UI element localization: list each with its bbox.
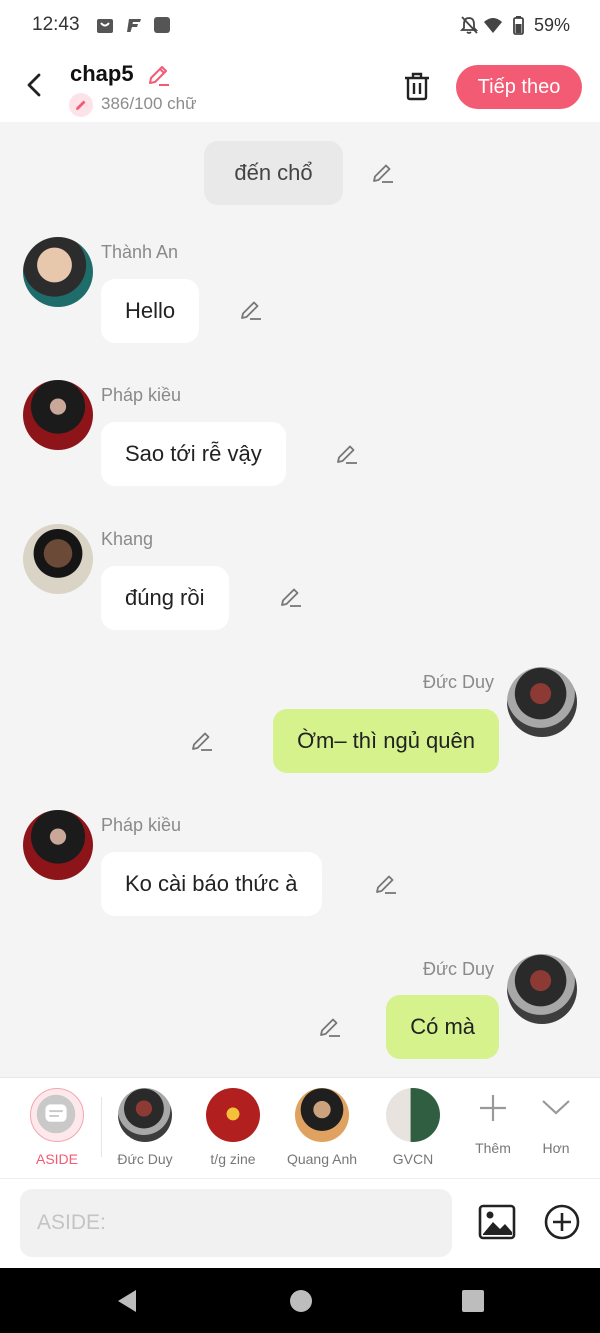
edit-message-icon[interactable] (370, 161, 394, 185)
edit-message-icon[interactable] (373, 872, 397, 896)
back-arrow-icon[interactable] (20, 70, 50, 100)
battery-percent: 59% (534, 15, 571, 35)
app-f-icon (127, 19, 141, 32)
narration-bubble[interactable]: đến chổ (204, 141, 343, 205)
avatar-phap-kieu[interactable] (23, 810, 93, 880)
edit-message-icon[interactable] (317, 1015, 341, 1039)
avatar-khang[interactable] (23, 524, 93, 594)
pencil-icon (76, 100, 86, 110)
notifications-off-icon (459, 16, 479, 34)
chevron-down-icon (542, 1100, 570, 1115)
nav-home-icon[interactable] (288, 1288, 314, 1314)
sender-name: Đức Duy (423, 672, 495, 692)
message-bubble[interactable]: Hello (101, 279, 200, 343)
character-avatar (206, 1088, 260, 1142)
sender-name: Thành An (101, 242, 179, 262)
edit-message-icon[interactable] (238, 298, 262, 322)
input-bar (0, 1178, 600, 1269)
plus-icon (480, 1095, 506, 1121)
chat-bubble-icon (36, 1094, 76, 1134)
nav-back-icon[interactable] (114, 1288, 140, 1314)
character-avatar (386, 1088, 440, 1142)
character-label: ASIDE (35, 1151, 78, 1167)
next-button[interactable]: Tiếp theo (456, 65, 582, 109)
avatar-duc-duy[interactable] (507, 954, 577, 1024)
character-divider (101, 1097, 102, 1157)
aside-avatar (30, 1088, 84, 1142)
character-quang-anh[interactable]: Quang Anh (282, 1078, 362, 1178)
message-bubble[interactable]: Sao tới rễ vậy (101, 422, 286, 486)
message-bubble[interactable]: Ko cài báo thức à (101, 852, 322, 916)
character-label: t/g zine (210, 1151, 256, 1167)
avatar-thanh-an[interactable] (23, 237, 93, 307)
character-aside[interactable]: ASIDE (17, 1078, 97, 1178)
sender-name: Khang (101, 529, 154, 549)
edit-message-icon[interactable] (278, 585, 302, 609)
avatar-duc-duy[interactable] (507, 667, 577, 737)
message-bubble[interactable]: Có mà (386, 995, 499, 1059)
status-time: 12:43 (32, 14, 80, 35)
avatar-phap-kieu[interactable] (23, 380, 93, 450)
word-count: 386/100 chữ (101, 94, 197, 113)
character-label: Quang Anh (286, 1151, 358, 1167)
sender-name: Pháp kiều (101, 815, 182, 835)
sender-name: Pháp kiều (101, 385, 182, 405)
editor-header: chap5 386/100 chữ Tiếp theo (0, 52, 600, 122)
character-avatar (118, 1088, 172, 1142)
character-avatar (295, 1088, 349, 1142)
character-bar: ASIDE Đức Duy t/g zine Quang Anh GVCN Th… (0, 1077, 600, 1179)
edit-message-icon[interactable] (334, 442, 358, 466)
character-tg-zine[interactable]: t/g zine (193, 1078, 273, 1178)
nav-recents-icon[interactable] (460, 1288, 486, 1314)
system-nav-bar (0, 1268, 600, 1333)
message-bubble[interactable]: Ờm– thì ngủ quên (273, 709, 499, 773)
character-duc-duy[interactable]: Đức Duy (105, 1078, 185, 1178)
character-label: Đức Duy (117, 1151, 173, 1167)
shopping-bag-icon (97, 19, 113, 33)
wifi-icon (484, 18, 502, 33)
message-input[interactable] (20, 1189, 452, 1257)
word-count-badge (69, 93, 93, 117)
sender-name: Đức Duy (423, 959, 495, 979)
character-label: Hơn (542, 1140, 570, 1156)
message-bubble[interactable]: đúng rồi (101, 566, 229, 630)
trash-icon[interactable] (402, 70, 432, 102)
image-icon[interactable] (478, 1203, 516, 1241)
edit-message-icon[interactable] (189, 729, 213, 753)
status-bar: 12:43 59% (0, 0, 600, 52)
app-square-icon (154, 17, 170, 33)
character-gvcn[interactable]: GVCN (373, 1078, 453, 1178)
edit-title-icon[interactable] (145, 62, 171, 88)
battery-icon (513, 16, 524, 35)
chapter-title: chap5 (70, 61, 134, 86)
more-characters-button[interactable]: Hơn (516, 1078, 596, 1178)
add-icon[interactable] (543, 1203, 581, 1241)
